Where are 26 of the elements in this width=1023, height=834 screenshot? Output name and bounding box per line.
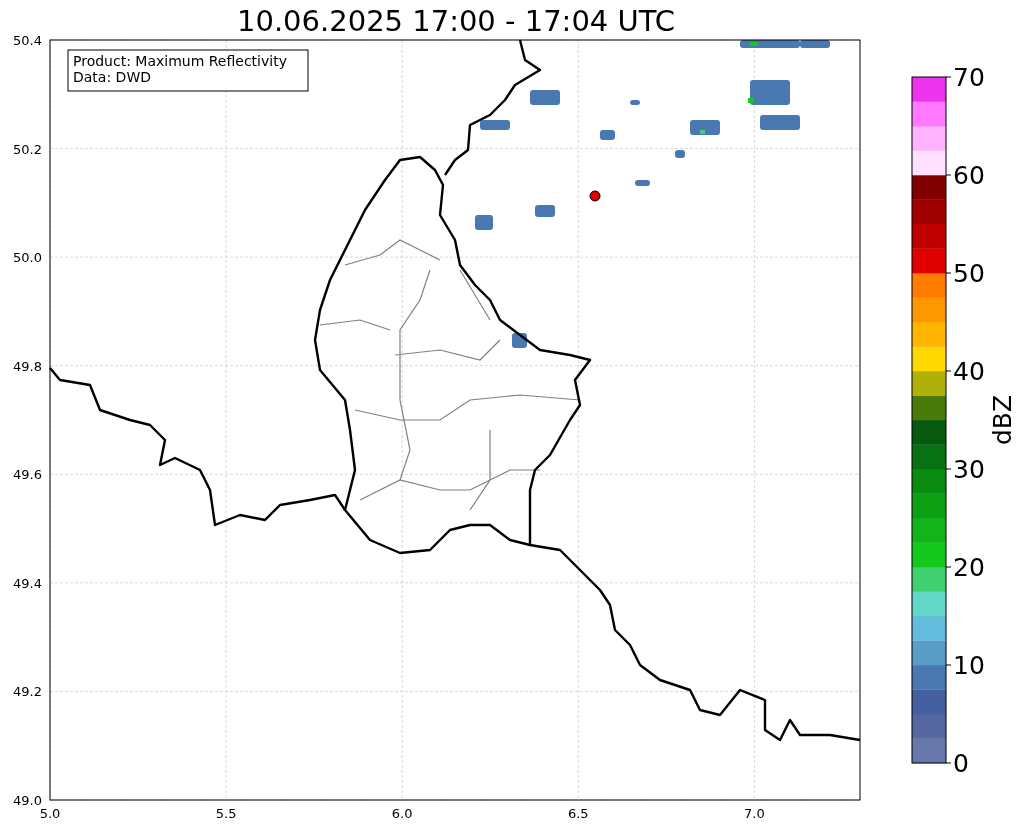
colorbar-tick-label: 30 [953, 455, 985, 484]
axis-tick-label: 49.0 [13, 793, 42, 808]
axis-tick-label: 49.8 [13, 358, 42, 374]
colorbar-tick-label: 60 [953, 161, 985, 190]
colorbar-tick-label: 0 [953, 749, 969, 778]
colorbar-tick-label: 40 [953, 357, 985, 386]
colorbar-tick-label: 70 [953, 63, 985, 92]
axis-tick-label: 49.4 [13, 575, 42, 591]
info-text: Data: DWD [73, 69, 151, 85]
axis-tick-label: 6.5 [567, 806, 589, 821]
station-marker [589, 190, 601, 202]
info-text: Product: Maximum Reflectivity [73, 53, 287, 69]
axis-tick-label: 7.0 [744, 806, 765, 821]
axis-tick-label: 5.5 [215, 806, 237, 821]
colorbar-tick-label: 20 [953, 553, 985, 582]
axis-tick-label: 49.2 [13, 684, 42, 700]
axis-tick-label: 49.6 [13, 467, 42, 483]
chart-title: 10.06.2025 17:00 - 17:04 UTC [237, 4, 675, 38]
colorbar-tick-label: 50 [953, 259, 985, 288]
axis-tick-label: 50.0 [13, 250, 42, 266]
colorbar-tick-label: 10 [953, 651, 985, 680]
colorbar-label: dBZ [988, 394, 1017, 446]
axis-tick-label: 5.0 [39, 806, 61, 821]
axis-tick-label: 50.2 [13, 141, 42, 157]
axis-tick-label: 50.4 [13, 33, 42, 48]
axis-tick-label: 6.0 [391, 806, 413, 821]
